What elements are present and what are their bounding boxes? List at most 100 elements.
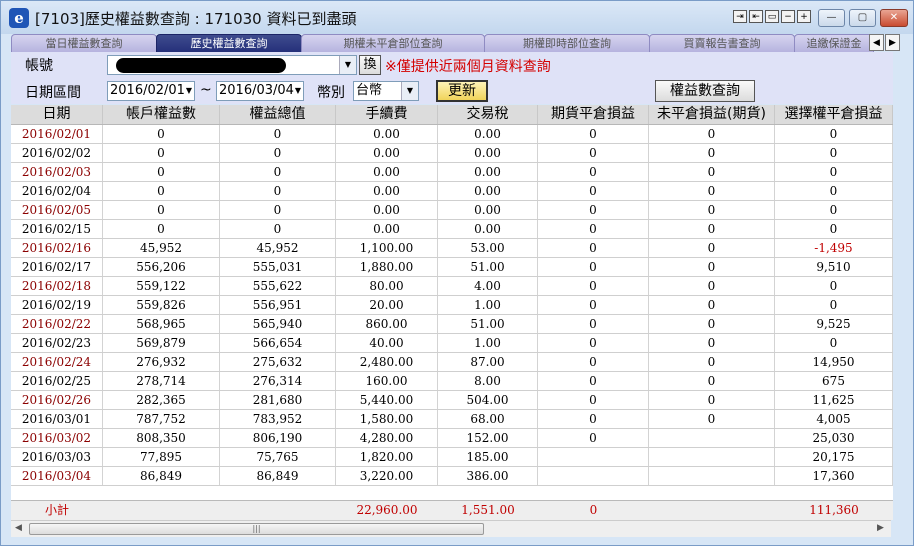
subtotal-tax: 1,551.00 (461, 503, 515, 517)
table-row[interactable]: 2016/02/18 559,122 555,622 80.00 4.00 0 0 0 (11, 277, 893, 296)
table-row[interactable]: 2016/03/01 787,752 783,952 1,580.00 68.00 0 0 4… (11, 410, 893, 429)
table-row[interactable]: 2016/02/05 0 0 0.00 0.00 0 0 0 (11, 201, 893, 220)
col-header-futures-pl[interactable]: 期貨平倉損益 (538, 105, 649, 124)
shrink-icon[interactable]: − (781, 10, 795, 23)
cell-open-futures-pl: 0 (649, 277, 775, 295)
table-row[interactable]: 2016/02/03 0 0 0.00 0.00 0 0 0 (11, 163, 893, 182)
table-row[interactable]: 2016/02/23 569,879 566,654 40.00 1.00 0 0 0 (11, 334, 893, 353)
table-row[interactable]: 2016/02/01 0 0 0.00 0.00 0 0 0 (11, 125, 893, 144)
cell-futures-pl: 0 (538, 353, 649, 371)
tab-scroll-right-icon[interactable]: ▶ (885, 34, 900, 51)
start-date-picker[interactable]: 2016/02/01 ▼ (107, 81, 195, 101)
cell-date: 2016/03/02 (11, 429, 103, 447)
scroll-right-icon[interactable]: ▶ (877, 523, 884, 533)
tab-scroll-left-icon[interactable]: ◀ (869, 34, 884, 51)
col-header-tax[interactable]: 交易稅 (438, 105, 538, 124)
cell-futures-pl: 0 (538, 125, 649, 143)
cell-fee: 4,280.00 (336, 429, 438, 447)
cell-tax: 1.00 (438, 296, 538, 314)
scroll-left-icon[interactable]: ◀ (15, 523, 22, 533)
tab-trade-report[interactable]: 買賣報告書查詢 (649, 34, 795, 52)
col-header-options-pl[interactable]: 選擇權平倉損益 (775, 105, 893, 124)
dock-icon[interactable]: ⇥ (733, 10, 747, 23)
cell-account-equity: 568,965 (103, 315, 220, 333)
cell-total-equity: 0 (220, 201, 336, 219)
cell-date: 2016/02/03 (11, 163, 103, 181)
redacted-account (116, 58, 286, 73)
restore-child-icon[interactable]: ▭ (765, 10, 779, 23)
cell-account-equity: 808,350 (103, 429, 220, 447)
equity-table: 日期 帳戶權益數 權益總值 手續費 交易稅 期貨平倉損益 未平倉損益(期貨) 選擇權平倉損益 … (11, 105, 893, 520)
table-row[interactable]: 2016/03/04 86,849 86,849 3,220.00 386.00 17,3… (11, 467, 893, 486)
table-row[interactable]: 2016/02/19 559,826 556,951 20.00 1.00 0 0 0 (11, 296, 893, 315)
cell-options-pl: 4,005 (775, 410, 893, 428)
expand-icon[interactable]: + (797, 10, 811, 23)
cell-open-futures-pl: 0 (649, 144, 775, 162)
cell-fee: 1,100.00 (336, 239, 438, 257)
cell-futures-pl: 0 (538, 296, 649, 314)
cell-tax: 0.00 (438, 144, 538, 162)
equity-query-button[interactable]: 權益數查詢 (655, 80, 755, 102)
col-header-open-futures-pl[interactable]: 未平倉損益(期貨) (649, 105, 775, 124)
end-date-picker[interactable]: 2016/03/04 ▼ (216, 81, 304, 101)
horizontal-scrollbar[interactable]: ◀ ||| ▶ (11, 520, 891, 537)
account-select[interactable]: ▼ (107, 55, 357, 75)
currency-select[interactable]: 台幣 ▼ (353, 81, 419, 101)
tab-margin-call[interactable]: 追繳保證金 (794, 34, 874, 52)
cell-tax: 53.00 (438, 239, 538, 257)
cell-options-pl: 0 (775, 277, 893, 295)
cell-open-futures-pl: 0 (649, 391, 775, 409)
col-header-fee[interactable]: 手續費 (336, 105, 438, 124)
tab-open-positions[interactable]: 期權未平倉部位查詢 (301, 34, 485, 52)
refresh-button[interactable]: 更新 (436, 80, 488, 102)
minimize-button[interactable]: — (818, 9, 845, 27)
subtotal-label: 小計 (44, 503, 69, 517)
scroll-thumb[interactable]: ||| (29, 523, 484, 535)
cell-date: 2016/02/15 (11, 220, 103, 238)
tab-realtime-positions[interactable]: 期權即時部位查詢 (484, 34, 650, 52)
table-row[interactable]: 2016/03/03 77,895 75,765 1,820.00 185.00 20,1… (11, 448, 893, 467)
table-row[interactable]: 2016/03/02 808,350 806,190 4,280.00 152.00 0 2… (11, 429, 893, 448)
cell-account-equity: 282,365 (103, 391, 220, 409)
cell-fee: 0.00 (336, 125, 438, 143)
table-row[interactable]: 2016/02/04 0 0 0.00 0.00 0 0 0 (11, 182, 893, 201)
chevron-down-icon[interactable]: ▼ (401, 82, 418, 100)
tab-today-equity[interactable]: 當日權益數查詢 (11, 34, 157, 52)
table-row[interactable]: 2016/02/25 278,714 276,314 160.00 8.00 0 0 675 (11, 372, 893, 391)
table-header: 日期 帳戶權益數 權益總值 手續費 交易稅 期貨平倉損益 未平倉損益(期貨) 選擇權平倉損益 (11, 105, 893, 125)
warning-text: ※僅提供近兩個月資料查詢 (385, 59, 551, 75)
col-header-date[interactable]: 日期 (11, 105, 103, 124)
cell-date: 2016/02/16 (11, 239, 103, 257)
cell-futures-pl: 0 (538, 410, 649, 428)
table-row[interactable]: 2016/02/15 0 0 0.00 0.00 0 0 0 (11, 220, 893, 239)
cell-options-pl: 0 (775, 201, 893, 219)
undock-icon[interactable]: ⇤ (749, 10, 763, 23)
cell-fee: 3,220.00 (336, 467, 438, 485)
query-panel: 帳號 ▼ 換 ※僅提供近兩個月資料查詢 日期區間 2016/02/01 ▼ ~ … (11, 52, 893, 104)
cell-date: 2016/02/25 (11, 372, 103, 390)
table-row[interactable]: 2016/02/22 568,965 565,940 860.00 51.00 0 0 9,5… (11, 315, 893, 334)
chevron-down-icon[interactable]: ▼ (186, 82, 192, 100)
table-row[interactable]: 2016/02/02 0 0 0.00 0.00 0 0 0 (11, 144, 893, 163)
tab-history-equity[interactable]: 歷史權益數查詢 (156, 34, 302, 52)
start-date-value: 2016/02/01 (110, 83, 185, 98)
maximize-button[interactable]: ▢ (849, 9, 876, 27)
cell-open-futures-pl (649, 448, 775, 466)
chevron-down-icon[interactable]: ▼ (295, 82, 301, 100)
account-label: 帳號 (25, 58, 53, 74)
table-row[interactable]: 2016/02/16 45,952 45,952 1,100.00 53.00 0 0 -1,… (11, 239, 893, 258)
chevron-down-icon[interactable]: ▼ (339, 56, 356, 74)
cell-options-pl: 0 (775, 163, 893, 181)
switch-account-button[interactable]: 換 (359, 55, 381, 75)
cell-fee: 80.00 (336, 277, 438, 295)
col-header-total-equity[interactable]: 權益總值 (220, 105, 336, 124)
table-row[interactable]: 2016/02/24 276,932 275,632 2,480.00 87.00 0 0 1… (11, 353, 893, 372)
cell-account-equity: 569,879 (103, 334, 220, 352)
table-row[interactable]: 2016/02/26 282,365 281,680 5,440.00 504.00 0 0… (11, 391, 893, 410)
cell-open-futures-pl: 0 (649, 296, 775, 314)
close-button[interactable]: ✕ (880, 9, 908, 27)
cell-tax: 68.00 (438, 410, 538, 428)
table-row[interactable]: 2016/02/17 556,206 555,031 1,880.00 51.00 0 0 9… (11, 258, 893, 277)
col-header-account-equity[interactable]: 帳戶權益數 (103, 105, 220, 124)
cell-total-equity: 783,952 (220, 410, 336, 428)
